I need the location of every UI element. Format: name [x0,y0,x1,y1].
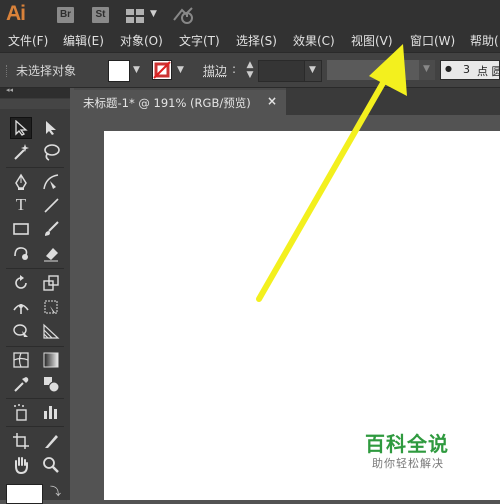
annotation-arrow [0,0,500,500]
